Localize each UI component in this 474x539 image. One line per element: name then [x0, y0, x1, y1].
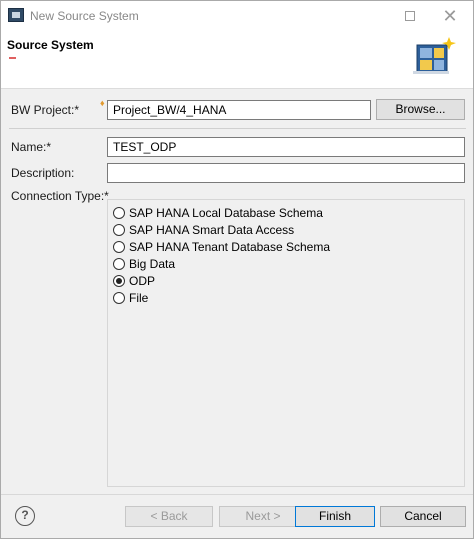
radio-option-label: SAP HANA Local Database Schema: [129, 206, 323, 220]
name-field[interactable]: TEST_ODP: [107, 137, 465, 157]
app-icon: [8, 8, 24, 22]
radio-option[interactable]: SAP HANA Smart Data Access: [113, 222, 294, 238]
browse-button[interactable]: Browse...: [376, 99, 465, 120]
bw-project-field[interactable]: Project_BW/4_HANA: [107, 100, 371, 120]
description-field[interactable]: [107, 163, 465, 183]
radio-option-label: Big Data: [129, 257, 176, 271]
radio-button[interactable]: [113, 224, 125, 236]
radio-option[interactable]: File: [113, 290, 148, 306]
radio-option[interactable]: SAP HANA Local Database Schema: [113, 205, 323, 221]
radio-option-label: SAP HANA Tenant Database Schema: [129, 240, 331, 254]
radio-button[interactable]: [113, 292, 125, 304]
radio-button[interactable]: [113, 207, 125, 219]
description-label: Description:: [11, 166, 75, 180]
divider: [9, 128, 466, 129]
back-button[interactable]: < Back: [125, 506, 213, 527]
maximize-icon: [405, 11, 415, 21]
help-button[interactable]: ?: [15, 506, 35, 526]
dialog-window: New Source System ✕ Source System BW Pro…: [0, 0, 474, 539]
footer-divider: [1, 494, 473, 495]
radio-option[interactable]: SAP HANA Tenant Database Schema: [113, 239, 330, 255]
close-icon: ✕: [442, 5, 458, 26]
close-button[interactable]: ✕: [427, 1, 473, 31]
title-bar[interactable]: New Source System ✕: [1, 1, 473, 31]
next-button[interactable]: Next >: [219, 506, 307, 527]
radio-button-selected[interactable]: [113, 275, 125, 287]
cancel-button[interactable]: Cancel: [380, 506, 466, 527]
finish-button[interactable]: Finish: [295, 506, 375, 527]
radio-option[interactable]: Big Data: [113, 256, 175, 272]
wizard-banner: Source System: [1, 31, 473, 89]
radio-option-label: ODP: [129, 274, 156, 288]
wizard-database-icon: [413, 37, 456, 74]
connection-type-group: SAP HANA Local Database Schema SAP HANA …: [107, 199, 465, 487]
radio-option[interactable]: ODP: [113, 273, 155, 289]
name-label: Name:*: [11, 140, 52, 154]
page-title: Source System: [7, 38, 94, 52]
radio-option-label: SAP HANA Smart Data Access: [129, 223, 295, 237]
radio-button[interactable]: [113, 241, 125, 253]
radio-option-label: File: [129, 291, 149, 305]
radio-button[interactable]: [113, 258, 125, 270]
banner-decoration: [9, 57, 16, 59]
bw-project-label: BW Project:*: [11, 103, 80, 117]
required-marker-icon: ♦: [100, 98, 105, 108]
window-title: New Source System: [30, 9, 139, 23]
connection-type-label: Connection Type:*: [11, 189, 109, 203]
